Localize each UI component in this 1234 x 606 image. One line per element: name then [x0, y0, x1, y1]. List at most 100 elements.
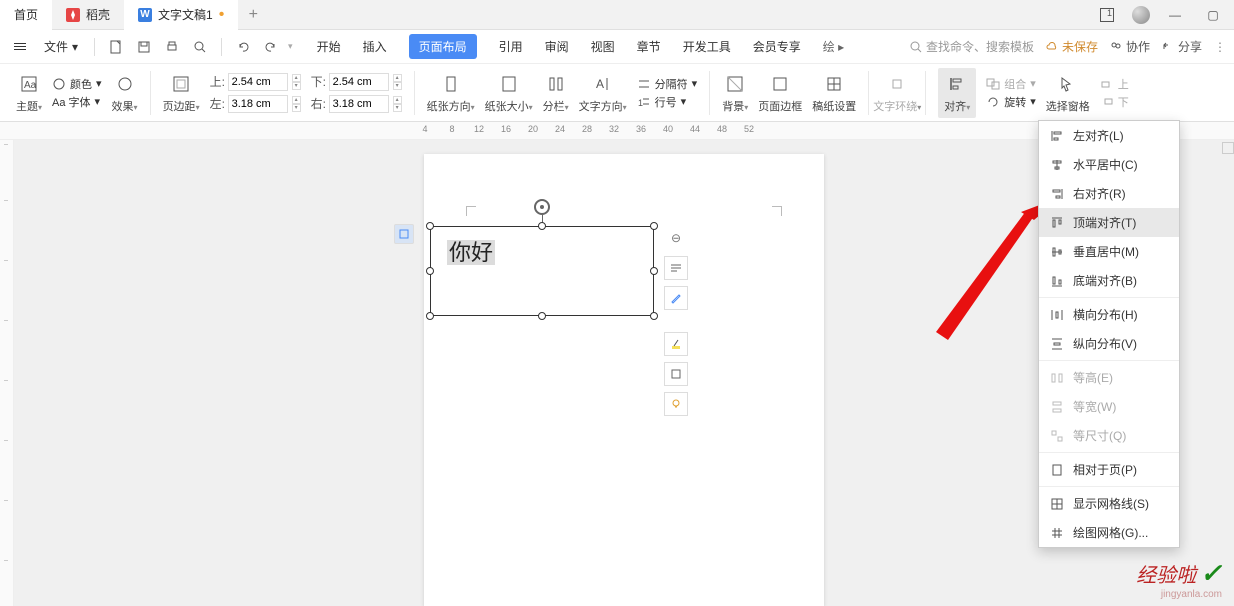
theme-button[interactable]: Aa 主题▾: [16, 72, 42, 114]
qat-save-icon[interactable]: [133, 36, 155, 58]
margin-bottom-input[interactable]: [329, 73, 389, 91]
show-gridlines-item[interactable]: 显示网格线(S): [1039, 489, 1179, 518]
tab-ref[interactable]: 引用: [499, 38, 523, 55]
columns-button[interactable]: 分栏▾: [543, 72, 569, 114]
coop-button[interactable]: 协作: [1110, 38, 1150, 55]
drawing-grid-item[interactable]: 绘图网格(G)...: [1039, 518, 1179, 547]
align-icon: [945, 72, 969, 96]
highlight-icon[interactable]: [664, 332, 688, 356]
avatar[interactable]: [1132, 6, 1150, 24]
textbox-content[interactable]: 你好: [447, 240, 495, 265]
tab-document[interactable]: W 文字文稿1 •: [124, 0, 238, 30]
share-button[interactable]: 分享: [1162, 38, 1202, 55]
resize-handle[interactable]: [426, 312, 434, 320]
scrollbar[interactable]: [1222, 140, 1234, 606]
tab-member[interactable]: 会员专享: [753, 38, 801, 55]
tab-start[interactable]: 开始: [317, 38, 341, 55]
more-icon[interactable]: ⋮: [1214, 40, 1226, 54]
text-options-icon[interactable]: [664, 256, 688, 280]
qat-redo-icon[interactable]: [260, 36, 282, 58]
margin-top-input[interactable]: [228, 73, 288, 91]
unsaved-button[interactable]: 未保存: [1046, 38, 1098, 55]
tab-pagelayout[interactable]: 页面布局: [409, 34, 477, 59]
grid-button[interactable]: 稿纸设置: [812, 72, 856, 114]
textbox[interactable]: 你好: [430, 226, 654, 316]
resize-handle[interactable]: [538, 222, 546, 230]
tab-review[interactable]: 审阅: [545, 38, 569, 55]
resize-handle[interactable]: [650, 312, 658, 320]
size-button[interactable]: 纸张大小▾: [485, 72, 533, 114]
page[interactable]: 你好 ⊖: [424, 154, 824, 606]
command-search[interactable]: 查找命令、搜索模板: [910, 38, 1034, 55]
wrap-button[interactable]: 文字环绕▾: [873, 72, 921, 114]
effect-button[interactable]: 效果▾: [112, 72, 138, 114]
font-button[interactable]: Aa 字体▾: [52, 94, 102, 110]
qat-preview-icon[interactable]: [189, 36, 211, 58]
resize-handle[interactable]: [426, 267, 434, 275]
move-up-button[interactable]: 上: [1100, 76, 1129, 92]
margin-right-input[interactable]: [329, 95, 389, 113]
align-button[interactable]: 对齐▾: [938, 68, 976, 118]
ribbon-tabs: 开始 插入 页面布局 引用 审阅 视图 章节 开发工具 会员专享 绘 ▸: [317, 34, 845, 59]
lineno-button[interactable]: 1行号▾: [637, 94, 698, 110]
align-bottom-item[interactable]: 底端对齐(B): [1039, 266, 1179, 295]
menu-button[interactable]: [8, 39, 32, 54]
resize-handle[interactable]: [538, 312, 546, 320]
resize-handle[interactable]: [650, 267, 658, 275]
align-dropdown: 左对齐(L) 水平居中(C) 右对齐(R) 顶端对齐(T) 垂直居中(M) 底端…: [1038, 120, 1180, 548]
maximize-button[interactable]: ▢: [1200, 2, 1226, 28]
rotate-handle[interactable]: [534, 199, 550, 215]
collapse-icon[interactable]: ⊖: [664, 226, 688, 250]
tab-chapter[interactable]: 章节: [637, 38, 661, 55]
tab-home[interactable]: 首页: [0, 0, 52, 30]
qat-print-icon[interactable]: [161, 36, 183, 58]
new-tab-button[interactable]: +: [238, 6, 268, 24]
minimize-button[interactable]: —: [1162, 2, 1188, 28]
align-middle-icon: [1049, 244, 1065, 260]
qat-undo-icon[interactable]: [232, 36, 254, 58]
dist-horz-icon: [1049, 307, 1065, 323]
file-menu[interactable]: 文件 ▾: [38, 34, 84, 59]
border-button[interactable]: 页面边框: [758, 72, 802, 114]
selection-pane-button[interactable]: 选择窗格: [1046, 72, 1090, 114]
top-label: 上:: [210, 73, 224, 90]
align-left-item[interactable]: 左对齐(L): [1039, 121, 1179, 150]
tab-view[interactable]: 视图: [591, 38, 615, 55]
align-top-icon: [1049, 215, 1065, 231]
pen-icon[interactable]: [664, 286, 688, 310]
tab-shell[interactable]: 稻壳: [52, 0, 124, 30]
file-label: 文件: [44, 38, 68, 55]
align-right-item[interactable]: 右对齐(R): [1039, 179, 1179, 208]
tab-drawing[interactable]: 绘 ▸: [823, 38, 844, 55]
group-button[interactable]: 组合▾: [986, 76, 1036, 92]
align-middle-item[interactable]: 垂直居中(M): [1039, 237, 1179, 266]
layout-button[interactable]: [1094, 2, 1120, 28]
break-icon: [637, 78, 651, 90]
shell-icon: [66, 8, 80, 22]
resize-handle[interactable]: [650, 222, 658, 230]
scroll-toggle-icon[interactable]: [1222, 142, 1234, 154]
bg-button[interactable]: 背景▾: [722, 72, 748, 114]
frame-icon[interactable]: [664, 362, 688, 386]
tab-devtools[interactable]: 开发工具: [683, 38, 731, 55]
qat-new-icon[interactable]: [105, 36, 127, 58]
align-center-item[interactable]: 水平居中(C): [1039, 150, 1179, 179]
undo-caret[interactable]: ▾: [288, 41, 293, 52]
bulb-icon[interactable]: [664, 392, 688, 416]
relative-to-page-item[interactable]: 相对于页(P): [1039, 455, 1179, 484]
border-icon: [768, 72, 792, 96]
move-down-button[interactable]: 下: [1100, 94, 1129, 110]
break-button[interactable]: 分隔符▾: [637, 76, 698, 92]
resize-handle[interactable]: [426, 222, 434, 230]
margin-left-input[interactable]: [228, 95, 288, 113]
textdir-button[interactable]: A文字方向▾: [579, 72, 627, 114]
dist-vert-item[interactable]: 纵向分布(V): [1039, 329, 1179, 358]
tab-insert[interactable]: 插入: [363, 38, 387, 55]
color-button[interactable]: 颜色▾: [52, 76, 102, 92]
dist-horz-item[interactable]: 横向分布(H): [1039, 300, 1179, 329]
margin-button[interactable]: 页边距▾: [163, 72, 200, 114]
orientation-button[interactable]: 纸张方向▾: [427, 72, 475, 114]
page-index-icon[interactable]: [394, 224, 414, 244]
align-top-item[interactable]: 顶端对齐(T): [1039, 208, 1179, 237]
rotate-button[interactable]: 旋转▾: [986, 94, 1036, 110]
